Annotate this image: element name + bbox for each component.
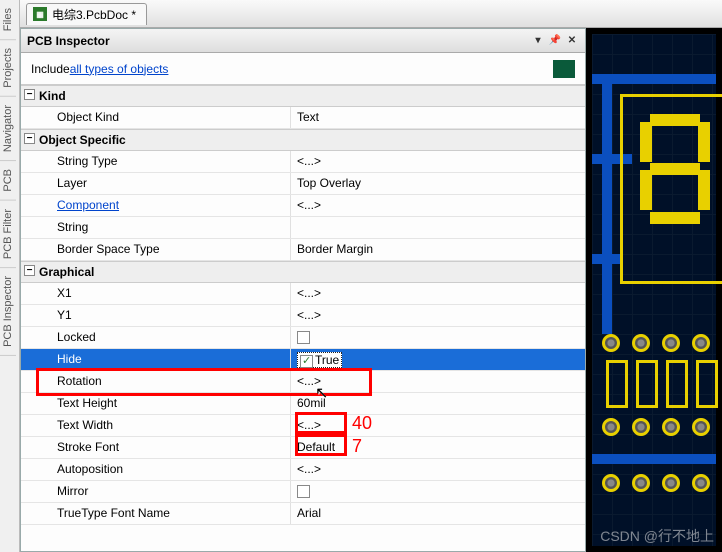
- collapse-icon[interactable]: −: [24, 133, 35, 144]
- locked-checkbox[interactable]: [297, 331, 310, 344]
- prop-component[interactable]: Component <...>: [21, 195, 585, 217]
- smd-pad: [606, 360, 628, 408]
- smd-pad: [636, 360, 658, 408]
- pcb-pad: [692, 474, 710, 492]
- pin-icon[interactable]: 📌: [548, 34, 562, 48]
- side-tab-navigator[interactable]: Navigator: [0, 97, 16, 161]
- side-tab-pcb[interactable]: PCB: [0, 161, 16, 201]
- side-tab-projects[interactable]: Projects: [0, 40, 16, 97]
- seven-segment: [640, 114, 710, 224]
- section-kind[interactable]: − Kind: [21, 85, 585, 107]
- pcb-inspector-panel: PCB Inspector ▾ 📌 ✕ Include all types of…: [20, 28, 586, 552]
- prop-truetype-font-name[interactable]: TrueType Font Name Arial: [21, 503, 585, 525]
- prop-rotation[interactable]: Rotation <...>: [21, 371, 585, 393]
- prop-string[interactable]: String: [21, 217, 585, 239]
- prop-object-kind[interactable]: Object Kind Text: [21, 107, 585, 129]
- pcb-pad: [662, 474, 680, 492]
- pcb-pad: [662, 334, 680, 352]
- pcb-pad: [602, 418, 620, 436]
- prop-y1[interactable]: Y1 <...>: [21, 305, 585, 327]
- pcb-pad: [602, 474, 620, 492]
- include-prefix: Include: [31, 62, 70, 76]
- prop-autoposition[interactable]: Autoposition <...>: [21, 459, 585, 481]
- prop-stroke-font[interactable]: Stroke Font Default: [21, 437, 585, 459]
- pcb-trace: [592, 454, 716, 464]
- side-tab-files[interactable]: Files: [0, 0, 16, 40]
- cursor-icon: ↖: [315, 383, 328, 403]
- include-row: Include all types of objects: [21, 53, 585, 85]
- property-grid[interactable]: − Kind Object Kind Text − Object Specifi…: [21, 85, 585, 551]
- pcb-pad: [692, 418, 710, 436]
- hide-checkbox[interactable]: [300, 355, 313, 368]
- inspector-titlebar: PCB Inspector ▾ 📌 ✕: [21, 29, 585, 53]
- pcb-trace: [602, 74, 612, 334]
- side-tab-pcb-filter[interactable]: PCB Filter: [0, 201, 16, 268]
- document-tab[interactable]: ▦ 电综3.PcbDoc *: [26, 3, 147, 25]
- close-icon[interactable]: ✕: [565, 34, 579, 48]
- pcb-doc-icon: ▦: [33, 7, 47, 21]
- pcb-pad: [632, 474, 650, 492]
- mirror-checkbox[interactable]: [297, 485, 310, 498]
- watermark: CSDN @行不地上: [600, 526, 714, 546]
- include-link[interactable]: all types of objects: [70, 62, 169, 76]
- pcb-pad: [662, 418, 680, 436]
- pcb-pad: [632, 334, 650, 352]
- prop-text-width[interactable]: Text Width <...>: [21, 415, 585, 437]
- chip-icon[interactable]: [553, 60, 575, 78]
- section-object-specific[interactable]: − Object Specific: [21, 129, 585, 151]
- side-tab-pcb-inspector[interactable]: PCB Inspector: [0, 268, 16, 356]
- pcb-canvas[interactable]: [586, 28, 722, 552]
- smd-pad: [666, 360, 688, 408]
- prop-mirror[interactable]: Mirror: [21, 481, 585, 503]
- pcb-pad: [632, 418, 650, 436]
- document-tab-label: 电综3.PcbDoc *: [52, 6, 136, 23]
- annotation-label-height: 40: [352, 413, 372, 434]
- prop-border-space-type[interactable]: Border Space Type Border Margin: [21, 239, 585, 261]
- collapse-icon[interactable]: −: [24, 265, 35, 276]
- prop-layer[interactable]: Layer Top Overlay: [21, 173, 585, 195]
- inspector-title-text: PCB Inspector: [27, 34, 110, 48]
- smd-pad: [696, 360, 718, 408]
- pcb-pad: [692, 334, 710, 352]
- annotation-label-width: 7: [352, 436, 362, 457]
- prop-locked[interactable]: Locked: [21, 327, 585, 349]
- prop-text-height[interactable]: Text Height 60mil: [21, 393, 585, 415]
- pcb-pad: [602, 334, 620, 352]
- dropdown-icon[interactable]: ▾: [531, 34, 545, 48]
- prop-hide[interactable]: Hide True: [21, 349, 585, 371]
- section-graphical[interactable]: − Graphical: [21, 261, 585, 283]
- side-tab-strip: Files Projects Navigator PCB PCB Filter …: [0, 0, 20, 552]
- prop-x1[interactable]: X1 <...>: [21, 283, 585, 305]
- collapse-icon[interactable]: −: [24, 89, 35, 100]
- prop-string-type[interactable]: String Type <...>: [21, 151, 585, 173]
- document-tab-bar: ▦ 电综3.PcbDoc *: [20, 0, 722, 28]
